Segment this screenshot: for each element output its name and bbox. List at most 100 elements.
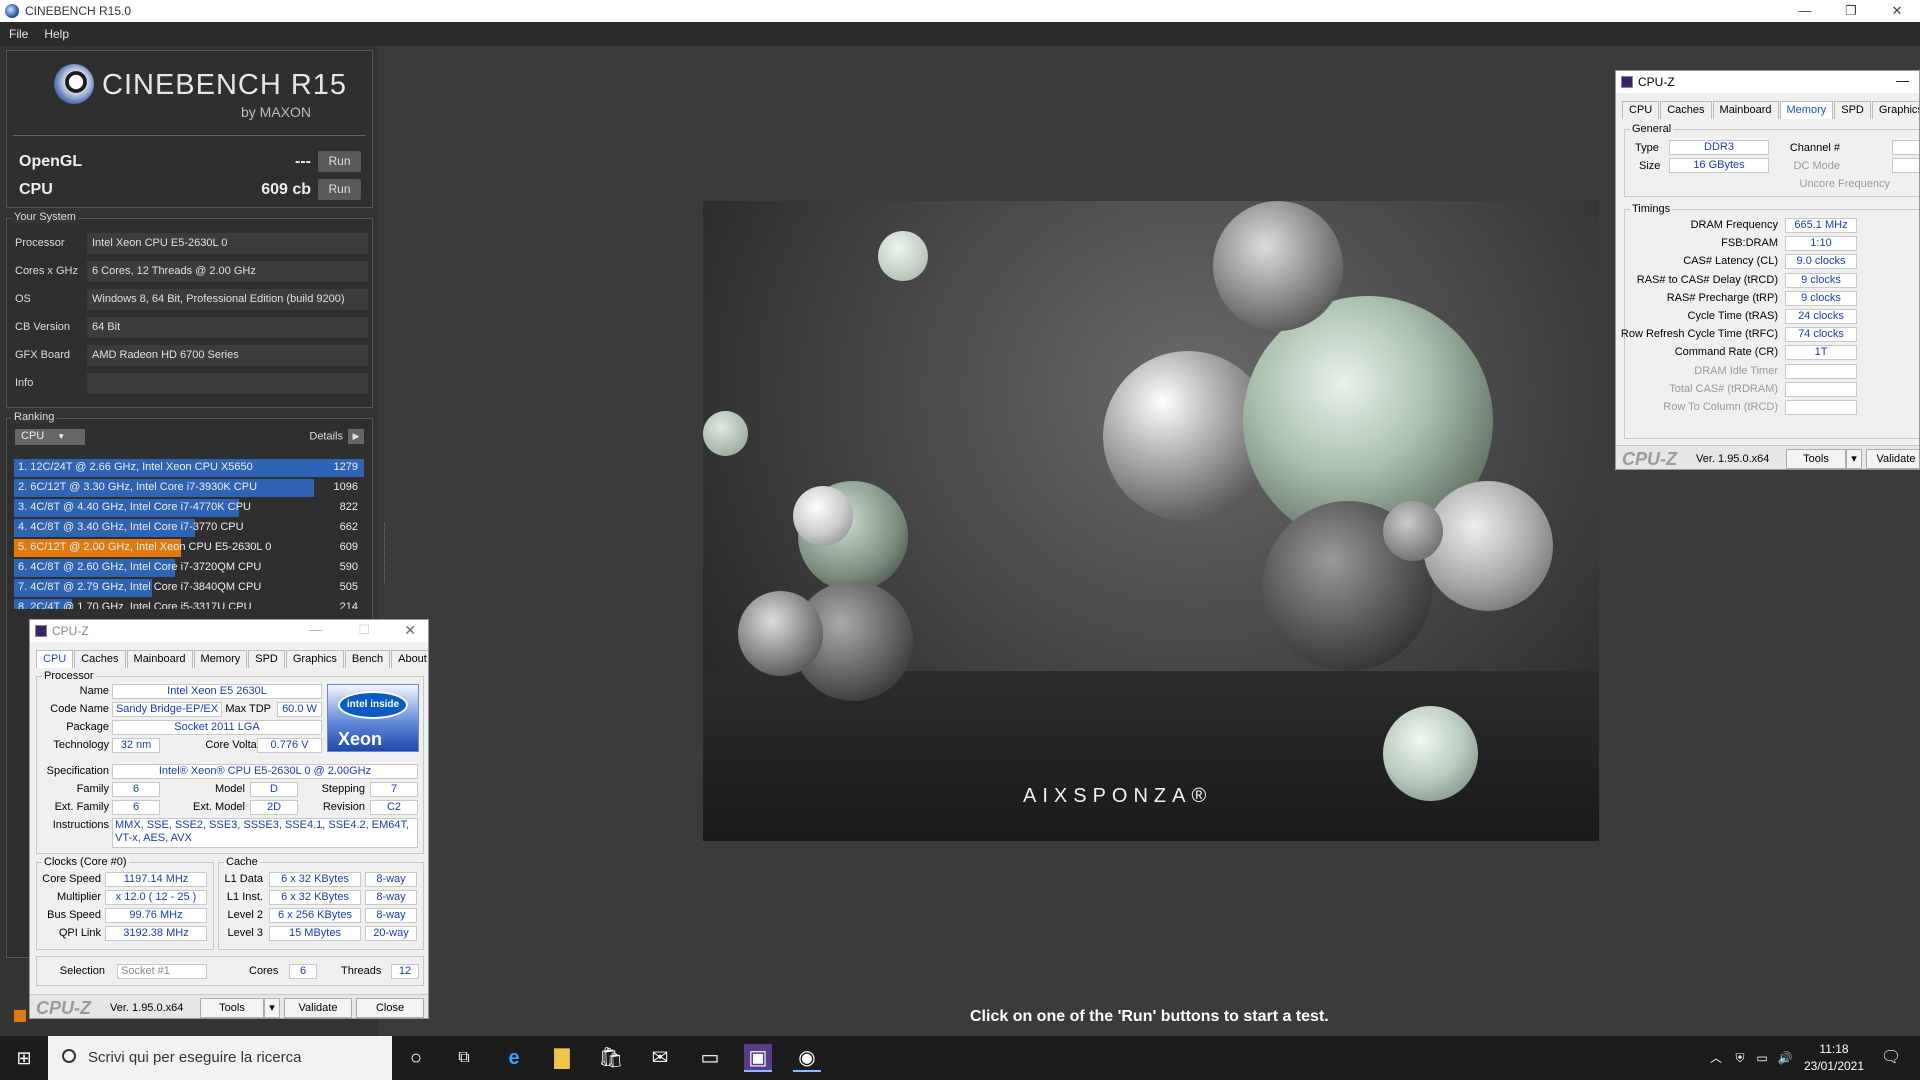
ranking-row-label: 7. 4C/8T @ 2.79 GHz, Intel Core i7-3840Q…: [18, 581, 262, 593]
file-explorer-icon[interactable]: ▇: [548, 1044, 576, 1072]
ranking-row-label: 3. 4C/8T @ 4.40 GHz, Intel Core i7-4770K…: [18, 501, 251, 513]
volume-icon[interactable]: 🔊: [1775, 1036, 1795, 1080]
ranking-row[interactable]: 4. 4C/8T @ 3.40 GHz, Intel Core i7-3770 …: [14, 519, 364, 537]
ranking-row[interactable]: 8. 2C/4T @ 1.70 GHz, Intel Core i5-3317U…: [14, 599, 364, 609]
ranking-heading: Ranking: [11, 411, 58, 423]
timing-value: 665.1 MHz: [1785, 218, 1857, 233]
cpu-run-button[interactable]: Run: [318, 179, 361, 200]
max-tdp-label: Max TDP: [225, 703, 271, 715]
size-value: 16 GBytes: [1669, 158, 1769, 173]
ranking-scrollbar[interactable]: [384, 523, 388, 583]
cpuz-cpu-window: CPU-Z — ☐ ✕ CPU Caches Mainboard Memory SPD G…: [29, 619, 429, 1019]
cpuz-taskbar-icon[interactable]: ▣: [744, 1044, 772, 1072]
validate-button[interactable]: Validate: [1866, 449, 1919, 469]
tab-caches[interactable]: Caches: [74, 650, 126, 668]
type-value: DDR3: [1669, 140, 1769, 155]
ranking-row[interactable]: 5. 6C/12T @ 2.00 GHz, Intel Xeon CPU E5-…: [14, 539, 364, 557]
system-row-label: Cores x GHz: [15, 265, 78, 277]
timing-value: 9.0 clocks: [1785, 254, 1857, 270]
timing-value: [1785, 400, 1857, 415]
uncore-frequency-label: Uncore Frequency: [1799, 178, 1891, 190]
menu-file[interactable]: File: [9, 27, 28, 41]
maximize-button[interactable]: ☐: [358, 622, 370, 638]
close-window-button[interactable]: Close: [356, 998, 424, 1018]
ranking-row[interactable]: 2. 6C/12T @ 3.30 GHz, Intel Core i7-3930…: [14, 479, 364, 497]
qpi-link-label: QPI Link: [58, 927, 101, 939]
render-sphere: [793, 486, 853, 546]
tab-graphics[interactable]: Graphics: [285, 650, 344, 668]
details-button[interactable]: Details ▶: [309, 429, 364, 444]
tab-memory[interactable]: Memory: [193, 650, 248, 668]
core-voltage-value: 0.776 V: [257, 738, 322, 753]
tab-mainboard[interactable]: Mainboard: [1712, 101, 1779, 119]
window-controls: — ❐ ✕: [1782, 0, 1920, 22]
tools-dropdown-icon[interactable]: ▾: [1846, 449, 1862, 469]
store-icon[interactable]: 🛍: [597, 1044, 625, 1072]
opengl-run-button[interactable]: Run: [318, 151, 361, 172]
minimize-button[interactable]: —: [1896, 73, 1909, 88]
ranking-row[interactable]: 7. 4C/8T @ 2.79 GHz, Intel Core i7-3840Q…: [14, 579, 364, 597]
threads-value: 12: [391, 964, 419, 979]
minimize-button[interactable]: —: [309, 622, 322, 637]
close-icon[interactable]: ✕: [404, 622, 416, 639]
selection-label: Selection: [59, 965, 105, 977]
socket-select[interactable]: Socket #1: [117, 964, 207, 979]
level-2-value: 6 x 256 KBytes: [269, 908, 361, 923]
windows-start-icon[interactable]: ⊞: [10, 1044, 38, 1072]
tab-caches[interactable]: Caches: [1660, 101, 1712, 119]
cpuz-memory-title: CPU-Z: [1638, 75, 1675, 89]
system-row-value: Intel Xeon CPU E5-2630L 0: [87, 233, 368, 254]
logo-byline: by MAXON: [241, 104, 312, 120]
tab-memory[interactable]: Memory: [1779, 101, 1834, 119]
cpuz-cpu-title-bar: CPU-Z — ☐ ✕: [30, 620, 428, 642]
notifications-icon[interactable]: 🗨: [1876, 1036, 1906, 1080]
tab-cpu[interactable]: CPU: [36, 650, 74, 668]
ranking-row[interactable]: 1. 12C/24T @ 2.66 GHz, Intel Xeon CPU X5…: [14, 459, 364, 477]
cpuz-version: Ver. 1.95.0.x64: [1696, 453, 1770, 465]
ranking-dropdown[interactable]: CPU ▼: [15, 429, 85, 445]
tab-about[interactable]: About: [391, 650, 428, 668]
tab-graphics[interactable]: Graphics: [1871, 101, 1919, 119]
clock[interactable]: 11:18 23/01/2021: [1798, 1036, 1870, 1080]
tab-cpu[interactable]: CPU: [1622, 101, 1660, 119]
tools-button[interactable]: Tools: [1786, 449, 1846, 469]
minimize-button[interactable]: —: [1782, 0, 1828, 22]
taskbar-search-box[interactable]: Scrivi qui per eseguire la ricerca: [48, 1036, 392, 1080]
close-button[interactable]: ✕: [1874, 0, 1920, 22]
timing-label: FSB:DRAM: [1721, 237, 1778, 250]
technology-value: 32 nm: [112, 738, 160, 753]
cpu-value: 609 cb: [261, 181, 311, 198]
tab-spd[interactable]: SPD: [248, 650, 285, 668]
maximize-button[interactable]: ❐: [1828, 0, 1874, 22]
cpu-label: CPU: [19, 181, 53, 198]
tab-mainboard[interactable]: Mainboard: [126, 650, 193, 668]
validate-button[interactable]: Validate: [284, 998, 352, 1018]
cpuz-cpu-title: CPU-Z: [52, 624, 89, 638]
tools-button[interactable]: Tools: [200, 998, 264, 1018]
render-viewport: AIXSPONZA®: [703, 201, 1599, 841]
tray-chevron-up-icon[interactable]: ︿: [1706, 1036, 1726, 1080]
ranking-row[interactable]: 6. 4C/8T @ 2.60 GHz, Intel Core i7-3720Q…: [14, 559, 364, 577]
instructions-label: Instructions: [52, 819, 109, 831]
cpuz-logo: CPU-Z: [36, 998, 91, 1018]
security-icon[interactable]: ⛨: [1730, 1036, 1750, 1080]
tab-spd[interactable]: SPD: [1834, 101, 1871, 119]
cores-label: Cores: [249, 965, 279, 977]
cpuz-memory-window: CPU-Z — CPU Caches Mainboard Memory SPD Graph…: [1615, 70, 1920, 470]
mail-icon[interactable]: ✉: [646, 1044, 674, 1072]
search-placeholder: Scrivi qui per eseguire la ricerca: [88, 1049, 302, 1066]
edge-browser-icon[interactable]: e: [500, 1044, 528, 1072]
name-label: Name: [79, 685, 109, 697]
menu-help[interactable]: Help: [44, 27, 69, 41]
opengl-label: OpenGL: [19, 153, 83, 170]
network-icon[interactable]: ▭: [1752, 1036, 1772, 1080]
tools-dropdown-icon[interactable]: ▾: [264, 998, 280, 1018]
task-view-icon[interactable]: ⧉: [450, 1044, 478, 1072]
tab-bench[interactable]: Bench: [344, 650, 391, 668]
cinebench-taskbar-icon[interactable]: ◉: [793, 1044, 821, 1072]
cortana-icon[interactable]: ○: [402, 1044, 430, 1072]
size-label: Size: [1639, 160, 1661, 172]
device-manager-icon[interactable]: ▭: [696, 1044, 724, 1072]
timing-value: 9 clocks: [1785, 290, 1857, 306]
ranking-row[interactable]: 3. 4C/8T @ 4.40 GHz, Intel Core i7-4770K…: [14, 499, 364, 517]
